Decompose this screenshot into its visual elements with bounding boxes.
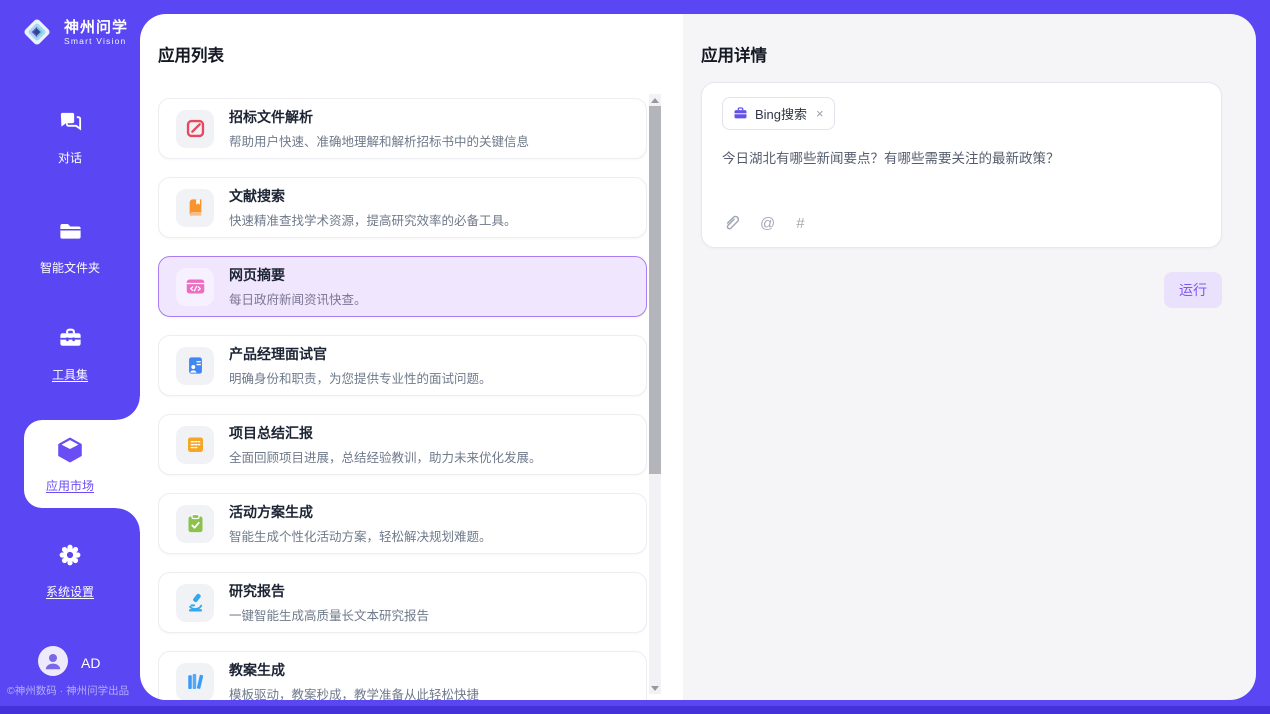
app-card-description: 帮助用户快速、准确地理解和解析招标书中的关键信息 (229, 131, 529, 150)
scroll-down-icon[interactable] (649, 682, 661, 694)
close-icon[interactable]: × (816, 107, 824, 120)
sidebar-item-label: 系统设置 (46, 583, 94, 600)
gear-icon (56, 541, 84, 574)
brand-name: 神州问学 (64, 19, 128, 36)
document-edit-icon (176, 110, 214, 148)
run-button[interactable]: 运行 (1164, 272, 1222, 308)
brand-diamond-icon (18, 13, 56, 51)
chat-icon (57, 108, 84, 140)
bottom-edge-bar (0, 706, 1270, 714)
app-card-title: 招标文件解析 (229, 107, 529, 127)
app-card[interactable]: 活动方案生成 智能生成个性化活动方案，轻松解决规划难题。 (158, 493, 647, 554)
folder-icon (57, 218, 84, 250)
app-card[interactable]: 研究报告 一键智能生成高质量长文本研究报告 (158, 572, 647, 633)
input-toolbar: @ # (722, 214, 805, 233)
sidebar-item-label: 对话 (58, 149, 82, 166)
sidebar: 神州问学 Smart Vision 对话 智能文件夹 工具集 应用市场 系统设置… (0, 0, 140, 706)
sidebar-item-label: 应用市场 (46, 477, 94, 494)
clipboard-check-icon (176, 505, 214, 543)
scrollbar-thumb[interactable] (649, 106, 661, 474)
sidebar-item-app-market[interactable]: 应用市场 (24, 420, 116, 508)
book-icon (176, 189, 214, 227)
app-card[interactable]: 文献搜索 快速精准查找学术资源，提高研究效率的必备工具。 (158, 177, 647, 238)
app-detail-title: 应用详情 (701, 42, 767, 66)
app-list: 招标文件解析 帮助用户快速、准确地理解和解析招标书中的关键信息 文献搜索 快速精… (158, 98, 647, 700)
app-card-description: 快速精准查找学术资源，提高研究效率的必备工具。 (229, 210, 517, 229)
account-row[interactable]: AD (38, 646, 100, 679)
app-card[interactable]: 项目总结汇报 全面回顾项目进展，总结经验教训，助力未来优化发展。 (158, 414, 647, 475)
cube-icon (55, 435, 85, 470)
sidebar-item-app-market-active-tab: 应用市场 (24, 420, 140, 508)
user-avatar-icon (38, 646, 68, 679)
app-card-title: 研究报告 (229, 581, 429, 601)
app-card-title: 文献搜索 (229, 186, 517, 206)
attachment-icon[interactable] (722, 214, 739, 233)
sidebar-item-toolset[interactable]: 工具集 (0, 325, 140, 383)
app-card-description: 全面回顾项目进展，总结经验教训，助力未来优化发展。 (229, 447, 542, 466)
app-list-scrollbar[interactable] (649, 94, 661, 694)
sidebar-item-smart-folders[interactable]: 智能文件夹 (0, 218, 140, 276)
mention-icon[interactable]: @ (760, 215, 775, 232)
app-card-description: 模板驱动，教案秒成，教学准备从此轻松快捷 (229, 684, 479, 700)
app-card-title: 项目总结汇报 (229, 423, 542, 443)
app-card[interactable]: 产品经理面试官 明确身份和职责，为您提供专业性的面试问题。 (158, 335, 647, 396)
tool-tag-label: Bing搜索 (755, 104, 807, 123)
app-card-title: 教案生成 (229, 660, 479, 680)
app-window: { "brand": { "name": "神州问学", "subtitle":… (0, 0, 1270, 714)
app-card-description: 每日政府新闻资讯快查。 (229, 289, 367, 308)
app-card[interactable]: 招标文件解析 帮助用户快速、准确地理解和解析招标书中的关键信息 (158, 98, 647, 159)
app-card-title: 产品经理面试官 (229, 344, 492, 364)
app-detail-panel: 应用详情 Bing搜索 × 今日湖北有哪些新闻要点？有哪些需要关注的最新政策？ … (683, 14, 1256, 700)
browser-code-icon (176, 268, 214, 306)
research-icon (176, 584, 214, 622)
sidebar-item-label: 工具集 (52, 366, 88, 383)
brand-subtitle: Smart Vision (64, 36, 128, 46)
app-list-title: 应用列表 (158, 42, 224, 66)
books-icon (176, 663, 214, 701)
summary-note-icon (176, 426, 214, 464)
hash-icon[interactable]: # (796, 215, 804, 232)
query-input-text[interactable]: 今日湖北有哪些新闻要点？有哪些需要关注的最新政策？ (722, 149, 1201, 169)
app-card-description: 一键智能生成高质量长文本研究报告 (229, 605, 429, 624)
app-list-panel: 应用列表 招标文件解析 帮助用户快速、准确地理解和解析招标书中的关键信息 文献搜… (140, 14, 683, 700)
scroll-up-icon[interactable] (649, 94, 661, 106)
account-label: AD (81, 655, 100, 671)
sidebar-item-label: 智能文件夹 (40, 259, 100, 276)
app-card[interactable]: 教案生成 模板驱动，教案秒成，教学准备从此轻松快捷 (158, 651, 647, 700)
app-card-description: 智能生成个性化活动方案，轻松解决规划难题。 (229, 526, 492, 545)
app-card-description: 明确身份和职责，为您提供专业性的面试问题。 (229, 368, 492, 387)
app-input-card[interactable]: Bing搜索 × 今日湖北有哪些新闻要点？有哪些需要关注的最新政策？ @ # (701, 82, 1222, 248)
sidebar-item-system-settings[interactable]: 系统设置 (0, 541, 140, 600)
app-card-title: 活动方案生成 (229, 502, 492, 522)
briefcase-icon (733, 106, 748, 121)
sidebar-item-chat[interactable]: 对话 (0, 108, 140, 166)
interviewer-icon (176, 347, 214, 385)
app-card-title: 网页摘要 (229, 265, 367, 285)
app-card[interactable]: 网页摘要 每日政府新闻资讯快查。 (158, 256, 647, 317)
tool-tag-bing-search[interactable]: Bing搜索 × (722, 97, 835, 130)
brand-logo: 神州问学 Smart Vision (18, 13, 128, 51)
toolbox-icon (57, 325, 84, 357)
